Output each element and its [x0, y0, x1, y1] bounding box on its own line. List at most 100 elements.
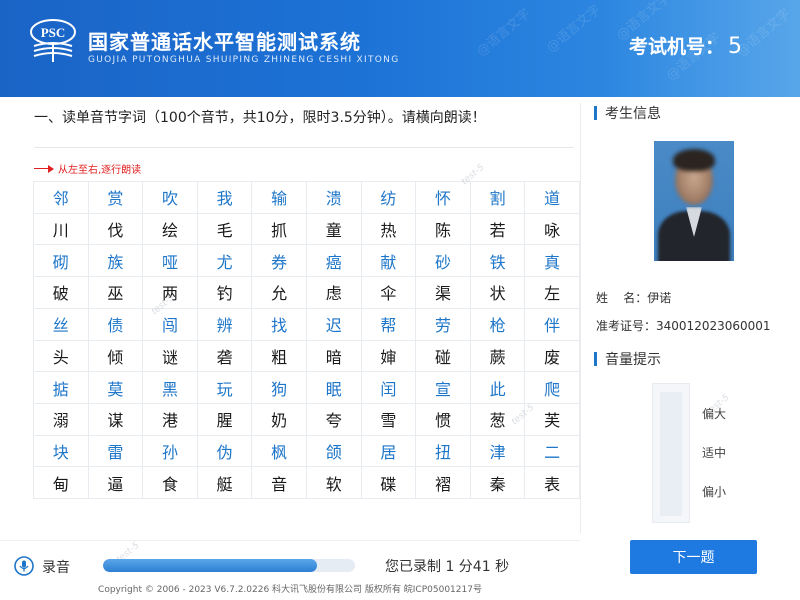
character-cell: 谋 — [88, 403, 144, 436]
id-value: 340012023060001 — [656, 319, 771, 333]
character-cell: 碰 — [416, 340, 471, 373]
character-cell: 尤 — [197, 245, 253, 278]
character-cell: 眠 — [306, 372, 362, 404]
character-cell: 券 — [252, 245, 307, 278]
divider — [34, 147, 574, 148]
character-cell: 巫 — [88, 277, 144, 309]
character-cell: 溃 — [306, 182, 362, 214]
character-cell: 癌 — [306, 245, 362, 278]
app-subtitle: GUOJIA PUTONGHUA SHUIPING ZHINENG CESHI … — [88, 55, 400, 65]
character-cell: 雪 — [361, 403, 417, 436]
character-cell: 惯 — [416, 403, 471, 436]
next-question-button[interactable]: 下一题 — [630, 540, 757, 574]
character-cell: 二 — [525, 435, 580, 468]
character-grid: 邻赏吹我输溃纺怀割道川伐绘毛抓童热陈若咏砌族哑尤券癌献砂铁真破巫两钓允虑伞渠状左… — [33, 181, 580, 499]
volume-meter-track — [660, 392, 682, 516]
character-cell: 债 — [88, 308, 144, 341]
candidate-name-row: 姓 名：伊诺 — [596, 289, 671, 306]
character-cell: 腥 — [197, 403, 253, 436]
candidate-sidebar: 考生信息 姓 名：伊诺 准考证号：340012023060001 音量提示 偏大… — [580, 97, 800, 537]
character-cell: 辨 — [197, 308, 253, 341]
character-cell: 逼 — [88, 467, 144, 499]
machine-value: 5 — [728, 34, 742, 59]
character-cell: 爬 — [525, 372, 580, 404]
character-cell: 孙 — [143, 435, 198, 468]
character-cell: 钓 — [197, 277, 253, 309]
character-cell: 暗 — [306, 340, 362, 373]
character-cell: 居 — [361, 435, 417, 468]
character-cell: 宣 — [416, 372, 471, 404]
character-cell: 献 — [361, 245, 417, 278]
character-cell: 表 — [525, 467, 580, 499]
character-cell: 纺 — [361, 182, 417, 214]
character-cell: 毛 — [197, 213, 253, 246]
character-cell: 婶 — [361, 340, 417, 373]
character-cell: 童 — [306, 213, 362, 246]
sidebar-divider — [580, 103, 581, 533]
character-cell: 枫 — [252, 435, 307, 468]
character-cell: 闰 — [361, 372, 417, 404]
volume-title: 音量提示 — [605, 352, 661, 368]
character-cell: 迟 — [306, 308, 362, 341]
character-cell: 抓 — [252, 213, 307, 246]
character-cell: 奶 — [252, 403, 307, 436]
character-cell: 软 — [306, 467, 362, 499]
volume-level-high: 偏大 — [702, 407, 727, 421]
character-cell: 倾 — [88, 340, 144, 373]
character-cell: 劳 — [416, 308, 471, 341]
volume-level-medium: 适中 — [702, 446, 727, 460]
volume-heading: 音量提示 — [594, 349, 661, 369]
character-cell: 艇 — [197, 467, 253, 499]
character-cell: 食 — [143, 467, 198, 499]
microphone-icon — [14, 556, 34, 576]
character-cell: 吹 — [143, 182, 198, 214]
footer-divider — [0, 540, 580, 541]
record-label: 录音 — [42, 560, 70, 576]
section-bar — [594, 352, 597, 366]
character-cell: 赏 — [88, 182, 144, 214]
character-cell: 族 — [88, 245, 144, 278]
volume-meter — [652, 383, 690, 523]
character-cell: 黑 — [143, 372, 198, 404]
main-panel: 一、读单音节字词（100个音节，共10分，限时3.5分钟）。请横向朗读！ 从左至… — [0, 97, 580, 537]
character-cell: 道 — [525, 182, 580, 214]
character-cell: 音 — [252, 467, 307, 499]
character-cell: 砂 — [416, 245, 471, 278]
character-cell: 蕨 — [470, 340, 526, 373]
character-cell: 左 — [525, 277, 580, 309]
character-cell: 砻 — [197, 340, 253, 373]
header-watermark: @语言文字 — [544, 2, 604, 56]
character-cell: 伪 — [197, 435, 253, 468]
character-cell: 粗 — [252, 340, 307, 373]
character-cell: 铁 — [470, 245, 526, 278]
character-cell: 秦 — [470, 467, 526, 499]
copyright: Copyright © 2006 - 2023 V6.7.2.0226 科大讯飞… — [98, 585, 482, 595]
character-cell: 哑 — [143, 245, 198, 278]
character-cell: 陈 — [416, 213, 471, 246]
character-cell: 块 — [34, 435, 89, 468]
character-cell: 闯 — [143, 308, 198, 341]
character-cell: 莫 — [88, 372, 144, 404]
character-cell: 枪 — [470, 308, 526, 341]
character-cell: 谜 — [143, 340, 198, 373]
character-cell: 甸 — [34, 467, 89, 499]
arrow-right-icon — [34, 164, 54, 174]
character-cell: 帮 — [361, 308, 417, 341]
id-label: 准考证号： — [596, 319, 657, 333]
character-cell: 碟 — [361, 467, 417, 499]
psc-logo: PSC — [30, 19, 76, 62]
character-cell: 伞 — [361, 277, 417, 309]
character-cell: 雷 — [88, 435, 144, 468]
machine-number: 考试机号： 5 — [629, 32, 742, 59]
character-cell: 褶 — [416, 467, 471, 499]
character-cell: 此 — [470, 372, 526, 404]
character-cell: 川 — [34, 213, 89, 246]
character-cell: 砌 — [34, 245, 89, 278]
character-cell: 掂 — [34, 372, 89, 404]
character-cell: 渠 — [416, 277, 471, 309]
character-cell: 怀 — [416, 182, 471, 214]
character-cell: 允 — [252, 277, 307, 309]
character-cell: 颌 — [306, 435, 362, 468]
character-cell: 热 — [361, 213, 417, 246]
character-cell: 玩 — [197, 372, 253, 404]
